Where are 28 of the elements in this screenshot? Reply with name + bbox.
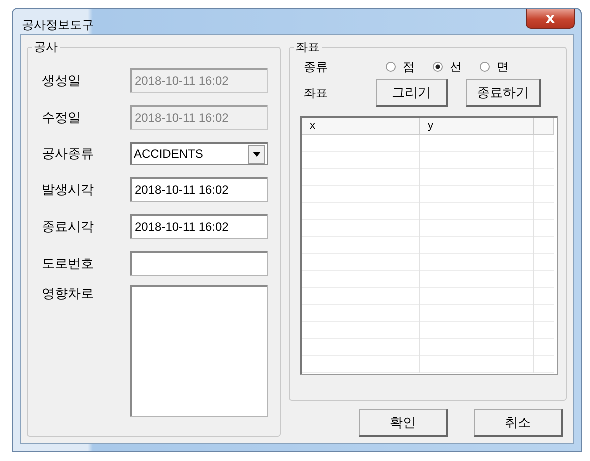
field-label: 수정일	[41, 108, 82, 126]
field-label: 영향차로	[41, 285, 95, 303]
radio-option[interactable]: 점	[386, 58, 415, 76]
field-label: 생성일	[41, 72, 82, 90]
action-button[interactable]: 그리기	[376, 79, 448, 107]
action-button[interactable]: 종료하기	[466, 79, 541, 107]
caret-icon	[252, 152, 260, 156]
text-area[interactable]	[130, 285, 268, 417]
radio-option[interactable]: 면	[480, 58, 509, 76]
input-field[interactable]	[130, 251, 268, 276]
field-label: 도로번호	[41, 254, 95, 272]
window-title: 공사정보도구	[22, 17, 94, 34]
close-button[interactable]: x	[526, 9, 575, 29]
radio-option[interactable]: 선	[433, 58, 462, 76]
column-header[interactable]: y	[420, 118, 534, 135]
input-field[interactable]: 2018-10-11 16:02	[130, 177, 268, 202]
column-header[interactable]: x	[302, 118, 420, 135]
type-label: 종류	[303, 58, 329, 76]
dropdown[interactable]: ACCIDENTS	[130, 142, 268, 165]
field-label: 공사종류	[41, 144, 95, 162]
dialog-button[interactable]: 확인	[359, 409, 448, 437]
dialog-button[interactable]: 취소	[474, 409, 563, 437]
group-title: 좌표	[295, 39, 321, 56]
group-title: 공사	[33, 39, 59, 56]
coordinate-label: 좌표	[303, 84, 329, 102]
input-field[interactable]: 2018-10-11 16:02	[130, 214, 268, 239]
field-label: 발생시각	[41, 180, 95, 198]
field-label: 종료시각	[41, 218, 95, 236]
